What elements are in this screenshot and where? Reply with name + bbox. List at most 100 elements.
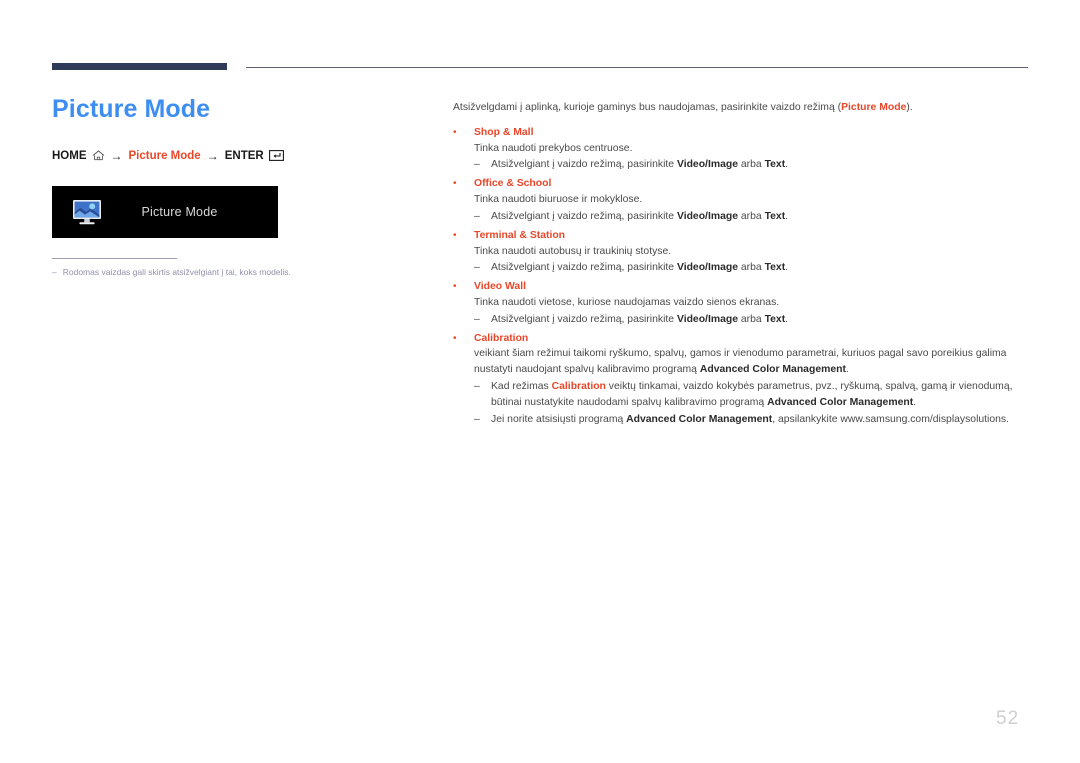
osd-menu-label: Picture Mode [141, 205, 218, 219]
sub-marker: – [474, 413, 480, 425]
list-item: • Terminal & Station Tinka naudoti autobus… [453, 228, 1033, 276]
breadcrumb-arrow-1: → [110, 148, 123, 163]
list-item-title: Terminal & Station [474, 229, 566, 241]
calibration-sub-1-bold: Advanced Color Management [767, 396, 914, 408]
calibration-sub-1-red: Calibration [551, 381, 606, 392]
sub-text-part-mid: arba [737, 159, 765, 171]
intro-text-before: Atsižvelgdami į aplinką, kurioje gaminys… [453, 102, 842, 113]
list-sub-item-text: Atsižvelgiant į vaizdo režimą, pasirinki… [491, 209, 1033, 225]
list-item-calibration: • Calibration veikiant šiam režimui taik… [453, 331, 1033, 428]
sub-text-part-b2: Text [764, 159, 786, 171]
sub-text-part-after: . [785, 313, 789, 325]
calibration-sub-1-after: . [913, 396, 917, 408]
calibration-desc-bold: Advanced Color Management [699, 364, 846, 376]
list-item-title: Office & School [474, 178, 552, 190]
page-title: Picture Mode [52, 95, 211, 123]
calibration-description: veikiant šiam režimui taikomi ryškumo, s… [474, 346, 1033, 378]
calibration-sub-item-2: – Jei norite atsisiųsti programą Advance… [474, 412, 1033, 428]
bullet-marker: • [453, 332, 457, 344]
list-sub-item: – Atsižvelgiant į vaizdo režimą, pasirink… [474, 209, 1033, 225]
sub-text-part-b1: Video/Image [676, 159, 738, 171]
sub-marker: – [474, 262, 480, 274]
note-text: Rodomas vaizdas gali skirtis atsižvelgia… [62, 267, 291, 277]
note-line: – Rodomas vaizdas gali skirtis atsižvelg… [52, 267, 392, 278]
list-sub-item-text: Atsižvelgiant į vaizdo režimą, pasirinki… [491, 312, 1033, 328]
bullet-marker: • [453, 178, 457, 190]
sub-text-part-before: Atsižvelgiant į vaizdo režimą, pasirinki… [491, 159, 677, 171]
left-column: Picture Mode HOME → Picture Mode → ENTER [52, 95, 432, 163]
list-item-description: Tinka naudoti biuruose ir mokyklose. [474, 194, 643, 206]
list-item-title: Shop & Mall [474, 126, 534, 138]
header-rule-thin [246, 67, 1028, 68]
calibration-sub-1-before: Kad režimas [491, 381, 552, 392]
note-dash: – [52, 267, 57, 277]
intro-highlight: Picture Mode [841, 102, 907, 113]
sub-marker: – [474, 210, 480, 222]
list-item-heading-row: • Terminal & Station [453, 228, 1033, 244]
sub-text-part-mid: arba [737, 313, 765, 325]
page-number: 52 [996, 708, 1020, 729]
breadcrumb-arrow-2: → [206, 148, 219, 163]
sub-text-part-after: . [785, 159, 789, 171]
list-item: • Office & School Tinka naudoti biuruose i… [453, 176, 1033, 224]
intro-text-after: ). [906, 102, 913, 113]
picture-mode-monitor-icon [71, 198, 103, 226]
list-item-description: Tinka naudoti vietose, kuriose naudojama… [474, 296, 780, 308]
list-item: • Video Wall Tinka naudoti vietose, kurios… [453, 279, 1033, 327]
sub-text-part-b2: Text [764, 210, 786, 222]
calibration-heading-row: • Calibration [453, 331, 1033, 347]
enter-key-icon [268, 150, 284, 161]
calibration-sub-2-text: Jei norite atsisiųsti programą Advanced … [491, 412, 1033, 428]
list-item-title: Video Wall [474, 281, 526, 293]
list-sub-item-text: Atsižvelgiant į vaizdo režimą, pasirinki… [491, 157, 1033, 173]
sub-text-part-mid: arba [737, 210, 765, 222]
sub-text-part-b2: Text [764, 313, 786, 325]
intro-paragraph: Atsižvelgdami į aplinką, kurioje gaminys… [453, 100, 1033, 116]
sub-text-part-b1: Video/Image [676, 313, 738, 325]
sub-text-part-after: . [785, 262, 789, 274]
calibration-sub-2-after: , apsilankykite www.samsung.com/displays… [772, 413, 1009, 425]
sub-marker: – [474, 381, 480, 392]
sub-text-part-mid: arba [737, 262, 765, 274]
breadcrumb-enter-label: ENTER [224, 149, 264, 162]
header-rules [0, 63, 1080, 77]
sub-marker: – [474, 313, 480, 325]
calibration-desc-after: . [845, 364, 849, 376]
breadcrumb: HOME → Picture Mode → ENTER [52, 149, 432, 163]
calibration-sub-2-bold: Advanced Color Management [626, 413, 773, 425]
note-separator [52, 258, 177, 259]
sub-text-part-before: Atsižvelgiant į vaizdo režimą, pasirinki… [491, 262, 677, 274]
bullet-marker: • [453, 281, 457, 293]
sub-text-part-after: . [785, 210, 789, 222]
bullet-marker: • [453, 126, 457, 138]
list-item-heading-row: • Office & School [453, 176, 1033, 192]
sub-marker: – [474, 159, 480, 171]
sub-text-part-before: Atsižvelgiant į vaizdo režimą, pasirinki… [491, 210, 677, 222]
sub-text-part-before: Atsižvelgiant į vaizdo režimą, pasirinki… [491, 313, 677, 325]
home-icon [92, 150, 105, 161]
osd-menu-preview: Picture Mode [52, 186, 278, 238]
right-column: Atsižvelgdami į aplinką, kurioje gaminys… [453, 100, 1033, 430]
picture-mode-list: • Shop & Mall Tinka naudoti prekybos centr… [453, 125, 1033, 328]
header-rule-thick [52, 63, 227, 70]
calibration-sub-item-1: – Kad režimas Calibration veiktų tinkama… [474, 379, 1033, 411]
list-item-heading-row: • Video Wall [453, 279, 1033, 295]
list-sub-item: – Atsižvelgiant į vaizdo režimą, pasirink… [474, 260, 1033, 276]
list-item-description: Tinka naudoti prekybos centruose. [474, 142, 633, 154]
sub-text-part-b1: Video/Image [676, 210, 738, 222]
sub-text-part-b1: Video/Image [676, 262, 738, 274]
list-sub-item: – Atsižvelgiant į vaizdo režimą, pasirink… [474, 312, 1033, 328]
calibration-title: Calibration [474, 332, 529, 344]
list-sub-item-text: Atsižvelgiant į vaizdo režimą, pasirinki… [491, 260, 1033, 276]
note-block: – Rodomas vaizdas gali skirtis atsižvelg… [52, 258, 392, 278]
calibration-sub-2-before: Jei norite atsisiųsti programą [491, 413, 627, 425]
sub-text-part-b2: Text [764, 262, 786, 274]
list-item: • Shop & Mall Tinka naudoti prekybos centr… [453, 125, 1033, 173]
breadcrumb-item-picture-mode: Picture Mode [128, 149, 201, 162]
calibration-sub-1-text: Kad režimas Calibration veiktų tinkamai,… [491, 379, 1033, 411]
list-item-heading-row: • Shop & Mall [453, 125, 1033, 141]
bullet-marker: • [453, 229, 457, 241]
breadcrumb-home-label: HOME [52, 149, 87, 162]
list-sub-item: – Atsižvelgiant į vaizdo režimą, pasirink… [474, 157, 1033, 173]
list-item-description: Tinka naudoti autobusų ir traukinių stot… [474, 245, 672, 257]
